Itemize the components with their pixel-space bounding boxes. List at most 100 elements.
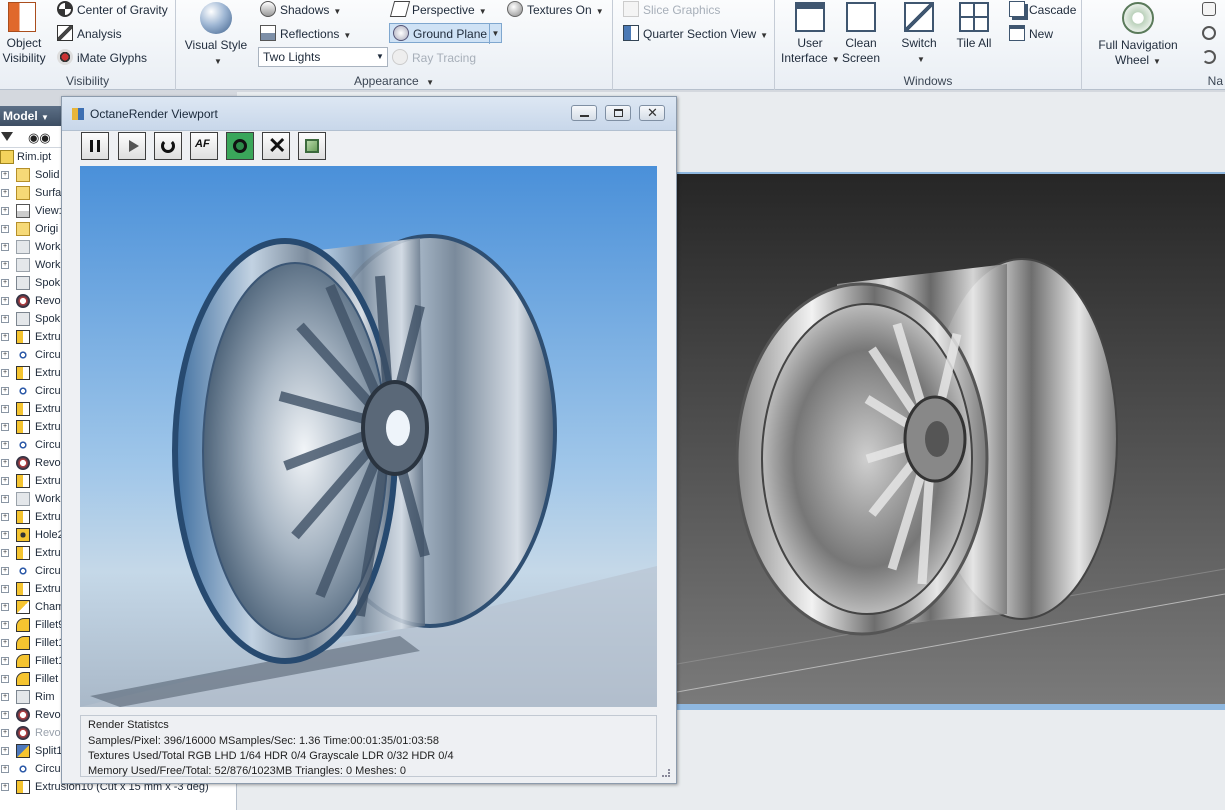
maximize-icon <box>614 109 623 117</box>
full-navigation-wheel-button[interactable]: Full Navigation Wheel ▼ <box>1086 2 1190 69</box>
render-output[interactable] <box>80 166 657 707</box>
expand-icon[interactable]: + <box>1 387 9 395</box>
play-button[interactable] <box>118 132 146 160</box>
expand-icon[interactable]: + <box>1 297 9 305</box>
browser-tree-item-label: Spok <box>35 313 61 325</box>
new-window-button[interactable]: New <box>1009 24 1053 44</box>
perspective-button[interactable]: Perspective ▼ <box>389 0 487 20</box>
expand-icon[interactable]: + <box>1 621 9 629</box>
pause-button[interactable] <box>81 132 109 160</box>
browser-tree-item-label: Extru <box>35 421 61 433</box>
shadows-button[interactable]: Shadows ▼ <box>260 0 341 20</box>
expand-icon[interactable]: + <box>1 513 9 521</box>
browser-tree-item-label: Origi <box>35 223 59 235</box>
expand-icon[interactable]: + <box>1 747 9 755</box>
analysis-icon <box>57 25 73 41</box>
ground-plane-icon <box>393 25 409 41</box>
expand-icon[interactable]: + <box>1 351 9 359</box>
pan-icon[interactable] <box>1202 2 1216 16</box>
maximize-button[interactable] <box>605 105 631 121</box>
visual-style-button[interactable]: Visual Style ▼ <box>182 2 250 69</box>
expand-icon[interactable]: + <box>1 765 9 773</box>
folder-icon <box>16 222 30 236</box>
browser-tree-item-label: Revo <box>35 709 61 721</box>
expand-icon[interactable]: + <box>1 477 9 485</box>
resize-grip-icon[interactable] <box>662 769 670 777</box>
tile-all-icon <box>959 2 989 32</box>
restart-button[interactable] <box>154 132 182 160</box>
pattern-icon <box>16 384 30 398</box>
stop-button[interactable]: ✕ <box>262 132 290 160</box>
expand-icon[interactable]: + <box>1 639 9 647</box>
clean-screen-button[interactable]: Clean Screen <box>839 2 883 66</box>
ground-plane-button[interactable]: Ground Plane ▼ <box>389 23 502 44</box>
lights-select[interactable]: Two Lights ▼ <box>258 47 388 67</box>
expand-icon[interactable]: + <box>1 549 9 557</box>
hole-icon <box>16 528 30 542</box>
export-button[interactable] <box>298 132 326 160</box>
find-icon[interactable]: ◉◉ <box>28 130 51 146</box>
focus-picker-button[interactable]: AF <box>190 132 218 160</box>
expand-icon[interactable]: + <box>1 675 9 683</box>
zoom-icon[interactable] <box>1202 26 1216 40</box>
object-visibility-icon <box>8 2 36 32</box>
appearance-dropdown-icon: ▼ <box>426 78 434 87</box>
expand-icon[interactable]: + <box>1 225 9 233</box>
graphics-canvas[interactable] <box>676 174 1225 704</box>
octane-title-bar[interactable]: OctaneRender Viewport ✕ <box>62 97 676 131</box>
minimize-button[interactable] <box>571 105 597 121</box>
object-visibility-button[interactable]: Object Visibility <box>0 2 48 66</box>
octane-render-window[interactable]: OctaneRender Viewport ✕ AF ✕ Render Stat… <box>61 96 677 784</box>
imate-glyphs-button[interactable]: iMate Glyphs <box>57 48 147 68</box>
expand-icon[interactable]: + <box>1 495 9 503</box>
expand-icon[interactable]: + <box>1 531 9 539</box>
expand-icon[interactable]: + <box>1 585 9 593</box>
filter-icon[interactable] <box>1 132 13 141</box>
appearance-group-label[interactable]: Appearance ▼ <box>176 74 612 88</box>
expand-icon[interactable]: + <box>1 279 9 287</box>
switch-button[interactable]: Switch ▼ <box>893 2 945 67</box>
user-interface-button[interactable]: User Interface ▼ <box>781 2 840 67</box>
close-button[interactable]: ✕ <box>639 105 665 121</box>
expand-icon[interactable]: + <box>1 657 9 665</box>
expand-icon[interactable]: + <box>1 603 9 611</box>
expand-icon[interactable]: + <box>1 711 9 719</box>
expand-icon[interactable]: + <box>1 441 9 449</box>
cascade-button[interactable]: Cascade <box>1009 0 1076 20</box>
expand-icon[interactable]: + <box>1 189 9 197</box>
textures-on-button[interactable]: Textures On ▼ <box>507 0 604 20</box>
slice-graphics-button[interactable]: Slice Graphics <box>623 0 720 20</box>
expand-icon[interactable]: + <box>1 369 9 377</box>
quarter-section-view-button[interactable]: Quarter Section View ▼ <box>623 24 768 44</box>
expand-icon[interactable]: + <box>1 567 9 575</box>
sketch-icon <box>16 276 30 290</box>
expand-icon[interactable]: + <box>1 459 9 467</box>
browser-tree-item-label: Solid <box>35 169 60 181</box>
reflections-button[interactable]: Reflections ▼ <box>260 24 351 44</box>
render-statistics-heading: Render Statistcs <box>88 719 169 731</box>
expand-icon[interactable]: + <box>1 243 9 251</box>
expand-icon[interactable]: + <box>1 729 9 737</box>
expand-icon[interactable]: + <box>1 783 9 791</box>
material-picker-button[interactable] <box>226 132 254 160</box>
expand-icon[interactable]: + <box>1 405 9 413</box>
ray-tracing-button[interactable]: Ray Tracing <box>392 48 476 68</box>
browser-tree-item-label: Fillet1 <box>35 637 65 649</box>
expand-icon[interactable]: + <box>1 261 9 269</box>
expand-icon[interactable]: + <box>1 333 9 341</box>
center-of-gravity-button[interactable]: Center of Gravity <box>57 0 168 20</box>
analysis-button[interactable]: Analysis <box>57 24 122 44</box>
browser-tree-item-label: Extru <box>35 511 61 523</box>
browser-tree-item-label: Rim <box>35 691 55 703</box>
tile-all-button[interactable]: Tile All <box>949 2 999 51</box>
expand-icon[interactable]: + <box>1 207 9 215</box>
expand-icon[interactable]: + <box>1 315 9 323</box>
expand-icon[interactable]: + <box>1 693 9 701</box>
sketch-icon <box>16 312 30 326</box>
ground-plane-dropdown-icon[interactable]: ▼ <box>489 24 501 44</box>
expand-icon[interactable]: + <box>1 171 9 179</box>
expand-icon[interactable]: + <box>1 423 9 431</box>
orbit-icon[interactable] <box>1202 50 1216 64</box>
shadows-dropdown-icon: ▼ <box>333 7 342 16</box>
browser-tree-item-label: Extru <box>35 403 61 415</box>
